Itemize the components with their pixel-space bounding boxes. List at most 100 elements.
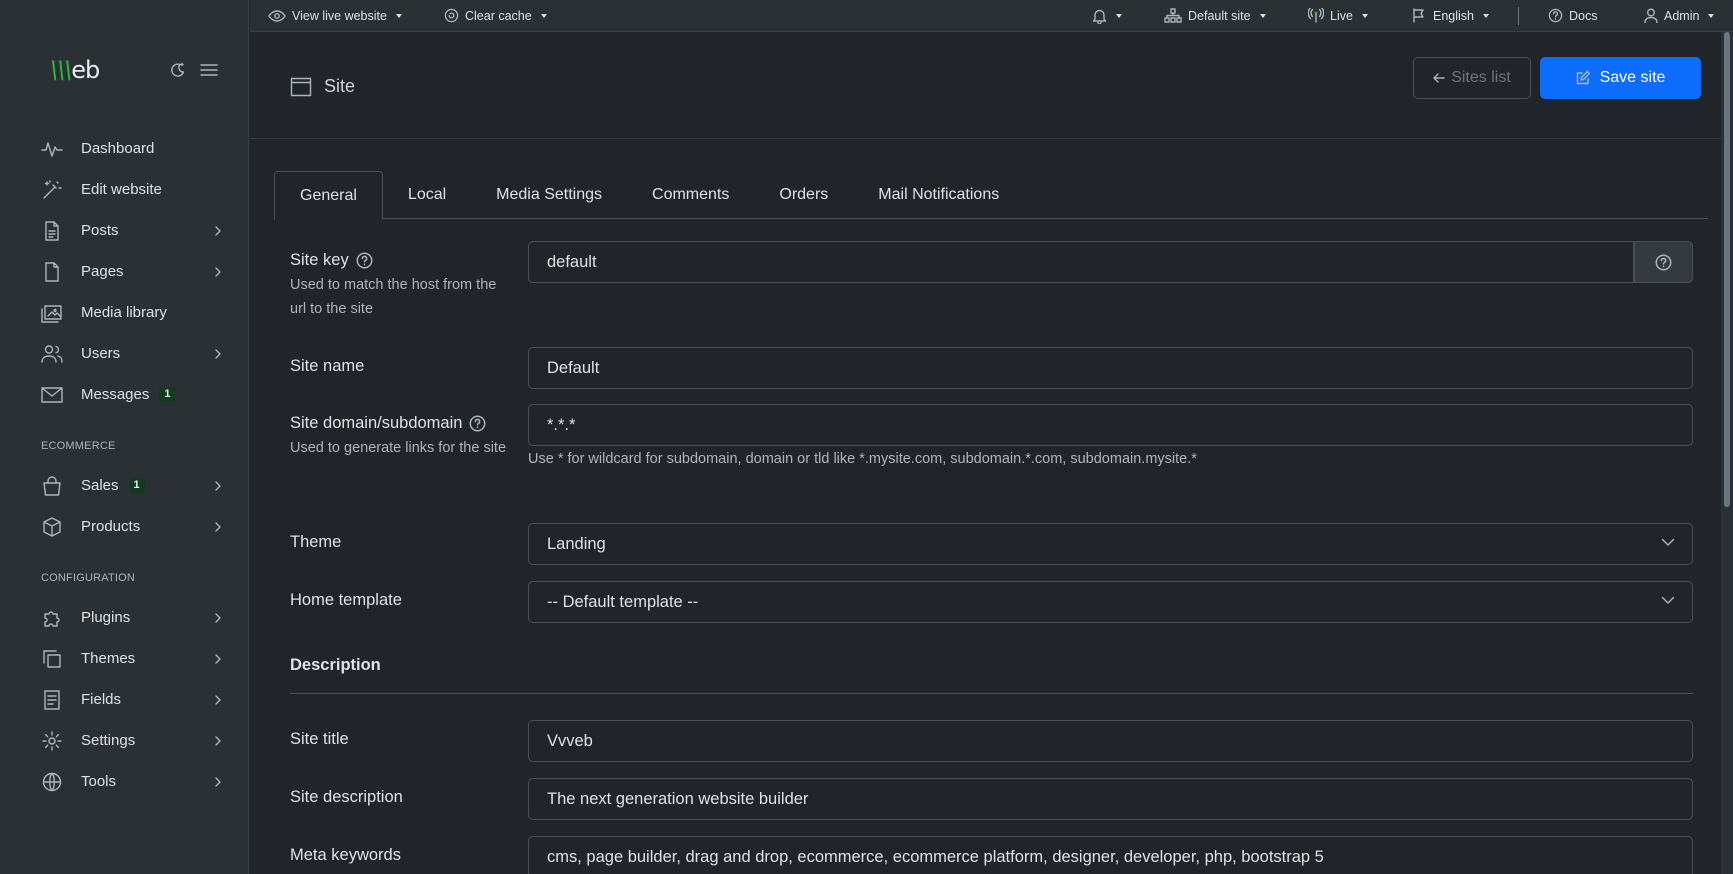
tab-orders[interactable]: Orders xyxy=(754,171,853,219)
logo-text: eb xyxy=(71,56,100,84)
help-circle-icon[interactable] xyxy=(356,252,373,269)
mail-icon xyxy=(41,384,63,406)
tab-mail-notifications[interactable]: Mail Notifications xyxy=(853,171,1024,219)
site-name-label: Site name xyxy=(290,357,365,375)
chevron-down-icon xyxy=(1661,538,1675,547)
site-description-input[interactable]: The next generation website builder xyxy=(528,778,1693,820)
sidebar-item-settings[interactable]: Settings xyxy=(0,720,248,761)
site-key-input[interactable]: default xyxy=(528,241,1634,283)
sidebar-item-label: Sales xyxy=(81,477,119,494)
sidebar-item-posts[interactable]: Posts xyxy=(0,210,248,251)
tab-media-settings[interactable]: Media Settings xyxy=(471,171,627,219)
docs-link[interactable]: Docs xyxy=(1548,0,1597,31)
user-icon xyxy=(1644,8,1658,23)
site-title-value: Vvveb xyxy=(547,731,593,750)
user-menu-dropdown[interactable]: Admin xyxy=(1644,0,1715,31)
save-site-button[interactable]: Save site xyxy=(1540,57,1701,99)
section-divider xyxy=(290,693,1693,694)
sidebar-item-tools[interactable]: Tools xyxy=(0,761,248,802)
messages-count-badge: 1 xyxy=(159,387,176,402)
live-status-label: Live xyxy=(1330,8,1353,23)
view-live-website-dropdown[interactable]: View live website xyxy=(268,0,402,31)
user-label: Admin xyxy=(1664,8,1700,23)
sidebar-item-edit-website[interactable]: Edit website xyxy=(0,169,248,210)
help-circle-icon[interactable] xyxy=(469,415,486,432)
sitemap-icon xyxy=(1164,8,1182,23)
caret-down-icon xyxy=(540,13,547,18)
sidebar-item-fields[interactable]: Fields xyxy=(0,679,248,720)
menu-toggle-icon[interactable] xyxy=(200,63,218,77)
caret-down-icon xyxy=(395,13,402,18)
sites-list-label: Sites list xyxy=(1451,69,1511,86)
file-icon xyxy=(41,261,63,283)
chevron-right-icon xyxy=(214,266,222,277)
caret-down-icon xyxy=(1259,13,1266,18)
shopping-bag-icon xyxy=(41,475,63,497)
chevron-right-icon xyxy=(214,225,222,236)
sidebar-item-label: Dashboard xyxy=(81,140,155,157)
sidebar-item-sales[interactable]: Sales 1 xyxy=(0,465,248,506)
list-icon xyxy=(41,689,63,711)
notifications-dropdown[interactable] xyxy=(1092,0,1122,31)
sidebar-item-media-library[interactable]: Media library xyxy=(0,292,248,333)
tab-general[interactable]: General xyxy=(274,171,383,220)
meta-keywords-input[interactable]: cms, page builder, drag and drop, ecomme… xyxy=(528,836,1693,874)
users-icon xyxy=(41,343,63,365)
sidebar-item-label: Media library xyxy=(81,304,167,321)
site-key-help: Used to match the host from the url to t… xyxy=(290,277,497,317)
sidebar-item-dashboard[interactable]: Dashboard xyxy=(0,128,248,169)
site-domain-hint: Use * for wildcard for subdomain, domain… xyxy=(528,451,1197,467)
page-title: Site xyxy=(290,76,355,97)
sidebar-item-messages[interactable]: Messages 1 xyxy=(0,374,248,415)
theme-select[interactable]: Landing xyxy=(528,523,1693,565)
box-icon xyxy=(41,516,63,538)
sidebar-item-label: Posts xyxy=(81,222,119,239)
sidebar-item-themes[interactable]: Themes xyxy=(0,638,248,679)
sidebar-item-users[interactable]: Users xyxy=(0,333,248,374)
sidebar: \\\ eb Dashboard Edit website Posts Page… xyxy=(0,0,249,874)
sidebar-item-pages[interactable]: Pages xyxy=(0,251,248,292)
home-template-label: Home template xyxy=(290,591,402,609)
pulse-icon xyxy=(41,138,63,160)
chevron-right-icon xyxy=(214,348,222,359)
vvveb-logo[interactable]: \\\ eb xyxy=(50,56,100,84)
sidebar-item-products[interactable]: Products xyxy=(0,506,248,547)
site-selector-dropdown[interactable]: Default site xyxy=(1164,0,1266,31)
language-label: English xyxy=(1433,8,1474,23)
scrollbar-thumb[interactable] xyxy=(1724,32,1730,507)
sidebar-item-label: Fields xyxy=(81,691,122,708)
bell-icon xyxy=(1092,8,1107,24)
theme-value: Landing xyxy=(547,534,606,553)
eye-icon xyxy=(268,9,286,22)
site-domain-input[interactable]: *.*.* xyxy=(528,404,1693,446)
sidebar-item-label: Settings xyxy=(81,732,136,749)
site-name-input[interactable]: Default xyxy=(528,347,1693,389)
sidebar-item-plugins[interactable]: Plugins xyxy=(0,597,248,638)
dark-mode-toggle-icon[interactable] xyxy=(170,62,186,78)
help-circle-icon xyxy=(1655,254,1672,271)
sidebar-header: \\\ eb xyxy=(50,56,218,84)
sidebar-item-label: Plugins xyxy=(81,609,131,626)
chevron-right-icon xyxy=(214,521,222,532)
site-domain-value: *.*.* xyxy=(547,415,576,434)
site-key-help-button[interactable] xyxy=(1634,241,1693,283)
site-name-value: Default xyxy=(547,358,600,377)
save-site-label: Save site xyxy=(1599,69,1666,86)
caret-down-icon xyxy=(1361,13,1368,18)
broadcast-icon xyxy=(1308,8,1324,23)
language-dropdown[interactable]: English xyxy=(1412,0,1489,31)
sites-list-button[interactable]: Sites list xyxy=(1413,57,1531,99)
tab-local[interactable]: Local xyxy=(383,171,471,219)
page-scrollbar[interactable] xyxy=(1721,32,1733,874)
clear-cache-dropdown[interactable]: Clear cache xyxy=(444,0,547,31)
edit-icon xyxy=(1576,71,1590,85)
site-key-value: default xyxy=(547,252,597,271)
live-status-dropdown[interactable]: Live xyxy=(1308,0,1368,31)
home-template-select[interactable]: -- Default template -- xyxy=(528,581,1693,623)
site-domain-label-text: Site domain/subdomain xyxy=(290,414,463,432)
site-title-input[interactable]: Vvveb xyxy=(528,720,1693,762)
site-description-value: The next generation website builder xyxy=(547,789,809,808)
question-circle-icon xyxy=(1548,8,1563,23)
top-bar: View live website Clear cache Default si… xyxy=(250,0,1733,32)
tab-comments[interactable]: Comments xyxy=(627,171,754,219)
